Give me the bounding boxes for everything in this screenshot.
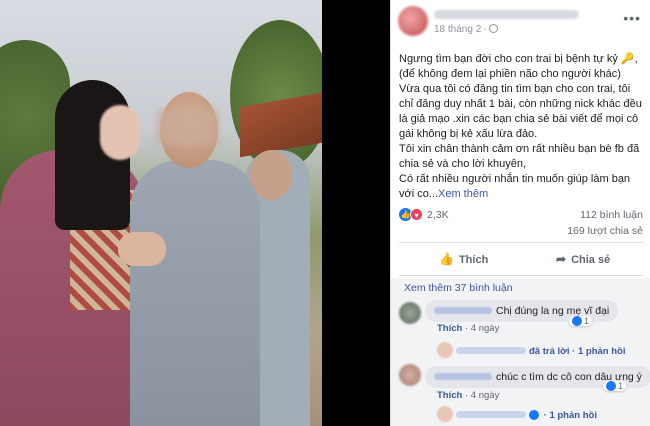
comment-meta: Thích · 4 ngày bbox=[437, 390, 500, 401]
reply-summary[interactable]: đã trả lời · 1 phản hồi bbox=[437, 342, 626, 358]
photo-face-blur bbox=[158, 110, 218, 144]
reaction-summary[interactable]: 👍 ♥ 2,3K 112 bình luận 169 lượt chia sẻ bbox=[399, 207, 643, 237]
share-button[interactable]: ➦ Chia sẻ bbox=[556, 252, 610, 266]
comment-reaction-badge[interactable]: 1 bbox=[603, 381, 627, 391]
post-actions: 👍 Thích ➦ Chia sẻ bbox=[391, 246, 650, 274]
like-reaction-icon bbox=[572, 316, 582, 326]
globe-icon bbox=[488, 24, 498, 33]
share-arrow-icon: ➦ bbox=[556, 252, 567, 266]
reply-count: 1 phản hồi bbox=[578, 346, 626, 357]
like-button-label: Thích bbox=[458, 254, 489, 266]
post-photo[interactable] bbox=[0, 0, 322, 426]
post-header: 18 tháng 2 · ••• bbox=[391, 0, 650, 44]
divider bbox=[399, 242, 643, 243]
author-name-blurred[interactable] bbox=[434, 10, 579, 19]
comment-reaction-badge[interactable]: 1 bbox=[569, 316, 593, 326]
replier-name-blurred bbox=[456, 411, 526, 418]
post-panel: 18 tháng 2 · ••• Ngưng tìm bạn đời cho co… bbox=[390, 0, 650, 426]
post-meta: 18 tháng 2 · bbox=[434, 24, 498, 35]
comment-text: Chị đúng la ng mẹ vĩ đại bbox=[496, 305, 610, 317]
comment-like-link[interactable]: Thích bbox=[437, 390, 462, 401]
replier-avatar bbox=[437, 406, 453, 422]
photo-monk bbox=[130, 160, 260, 426]
photo-woman-face-blurred bbox=[100, 105, 140, 160]
commenter-name-blurred[interactable] bbox=[434, 307, 492, 314]
reactions-count[interactable]: 2,3K bbox=[427, 209, 449, 221]
post-time[interactable]: 18 tháng 2 bbox=[434, 24, 481, 35]
share-button-label: Chia sẻ bbox=[571, 254, 611, 266]
more-options-icon[interactable]: ••• bbox=[623, 10, 641, 26]
post-body: Ngưng tìm bạn đời cho con trai bị bệnh t… bbox=[399, 52, 645, 202]
comment-like-link[interactable]: Thích bbox=[437, 323, 462, 334]
view-more-comments-link[interactable]: Xem thêm 37 bình luận bbox=[404, 282, 513, 294]
comment-time[interactable]: 4 ngày bbox=[471, 323, 500, 334]
comment-reaction-count: 1 bbox=[618, 381, 624, 391]
divider bbox=[399, 275, 643, 276]
comment-time[interactable]: 4 ngày bbox=[471, 390, 500, 401]
post-text: Ngưng tìm bạn đời cho con trai bị bệnh t… bbox=[399, 53, 642, 200]
see-more-link[interactable]: Xem thêm bbox=[438, 188, 488, 200]
reply-reaction bbox=[529, 410, 541, 420]
replier-name-blurred bbox=[456, 347, 526, 354]
reply-link: đã trả lời bbox=[529, 346, 570, 357]
reply-summary[interactable]: · 1 phản hồi bbox=[437, 406, 597, 422]
like-reaction-icon bbox=[529, 410, 539, 420]
author-avatar[interactable] bbox=[398, 6, 428, 36]
comments-section: Xem thêm 37 bình luận Chị đúng la ng mẹ … bbox=[391, 278, 650, 426]
commenter-avatar[interactable] bbox=[399, 364, 421, 386]
thumbs-up-icon: 👍 bbox=[439, 252, 454, 266]
comment-reaction-count: 1 bbox=[584, 316, 590, 326]
commenter-avatar[interactable] bbox=[399, 302, 421, 324]
commenter-name-blurred[interactable] bbox=[434, 373, 492, 380]
photo-holding-hands bbox=[118, 232, 166, 266]
like-reaction-icon bbox=[606, 381, 616, 391]
comment-meta: Thích · 4 ngày bbox=[437, 323, 500, 334]
like-button[interactable]: 👍 Thích bbox=[439, 252, 488, 266]
shares-count[interactable]: 169 lượt chia sẻ bbox=[567, 225, 643, 237]
love-reaction-icon: ♥ bbox=[410, 208, 423, 221]
comments-count[interactable]: 112 bình luận bbox=[580, 209, 643, 221]
reply-count: 1 phản hồi bbox=[549, 410, 597, 421]
replier-avatar bbox=[437, 342, 453, 358]
